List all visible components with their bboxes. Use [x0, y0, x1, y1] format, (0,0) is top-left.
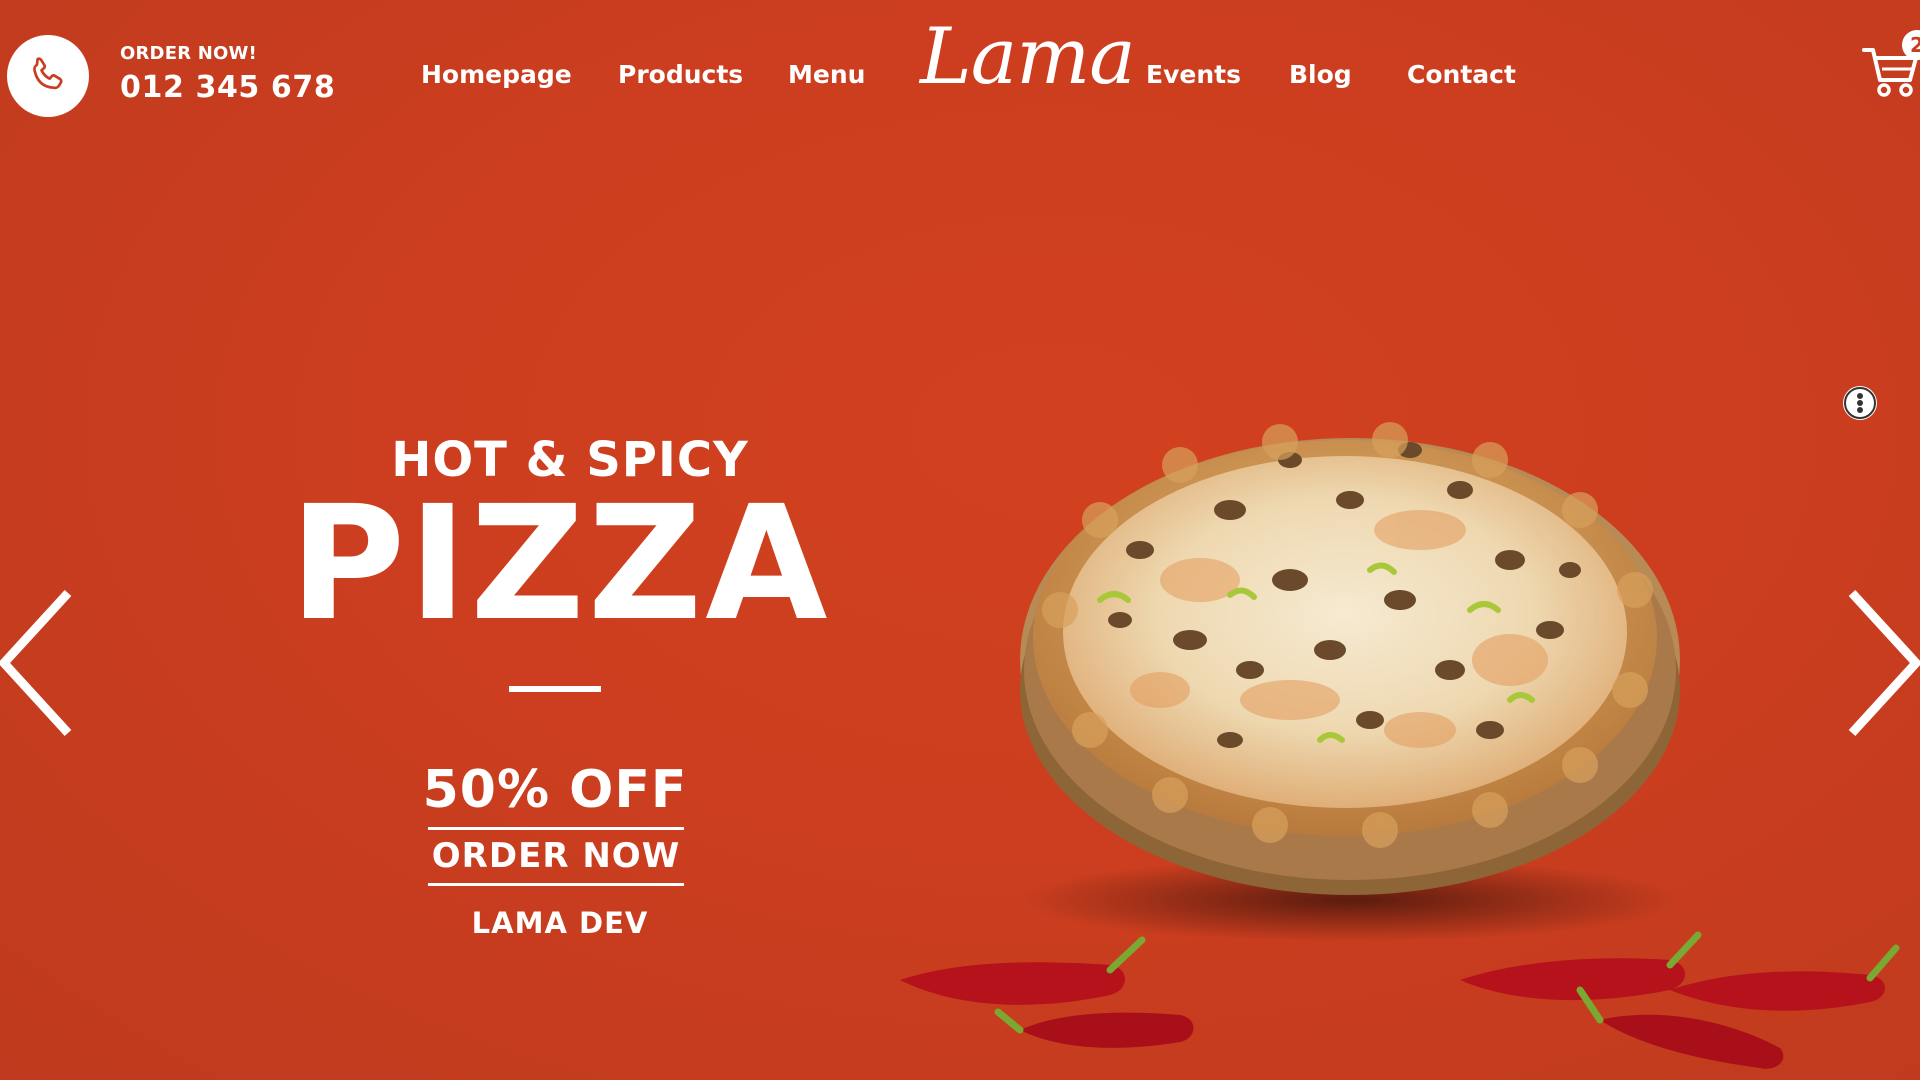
- chevron-right-icon: [1848, 589, 1920, 737]
- site-logo[interactable]: Lama: [920, 18, 1136, 96]
- chili-peppers-image: [900, 931, 1900, 1069]
- nav-products[interactable]: Products: [618, 60, 743, 89]
- hero-divider: [509, 686, 601, 692]
- phone-icon: [33, 57, 63, 90]
- navbar: ORDER NOW! 012 345 678 Homepage Products…: [0, 0, 1920, 155]
- cta-top-line: [428, 827, 684, 830]
- hero-title: PIZZA: [289, 472, 831, 656]
- nav-contact[interactable]: Contact: [1407, 60, 1516, 89]
- cta-bottom-line: [428, 883, 684, 886]
- phone-button[interactable]: [7, 35, 89, 117]
- nav-menu[interactable]: Menu: [788, 60, 865, 89]
- slider-page: ORDER NOW! 012 345 678 Homepage Products…: [0, 0, 1920, 1080]
- cart-button[interactable]: 2: [1862, 30, 1920, 100]
- nav-events[interactable]: Events: [1146, 60, 1241, 89]
- brand-tag: LAMA DEV: [471, 906, 649, 940]
- order-now-label: ORDER NOW!: [120, 43, 257, 64]
- order-now-button[interactable]: ORDER NOW: [428, 836, 684, 876]
- next-slide-button[interactable]: [1840, 585, 1920, 745]
- chevron-left-icon: [0, 589, 72, 737]
- prev-slide-button[interactable]: [0, 585, 80, 745]
- discount-text: 50% OFF: [422, 760, 688, 820]
- pizza-image: [1020, 422, 1680, 942]
- nav-blog[interactable]: Blog: [1289, 60, 1352, 89]
- more-vertical-icon[interactable]: [1843, 386, 1877, 420]
- nav-homepage[interactable]: Homepage: [421, 60, 572, 89]
- phone-number: 012 345 678: [120, 70, 336, 105]
